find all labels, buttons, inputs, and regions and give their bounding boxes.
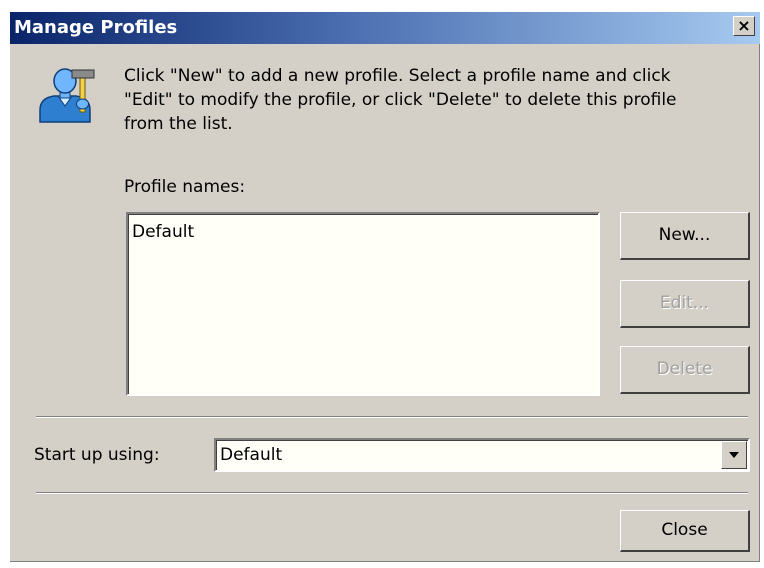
- chevron-down-icon: [729, 452, 739, 458]
- profile-manager-icon: [34, 64, 98, 124]
- separator-top: [36, 416, 748, 418]
- title-bar[interactable]: Manage Profiles ×: [10, 12, 760, 44]
- delete-profile-button[interactable]: Delete: [620, 346, 750, 394]
- list-item[interactable]: Default: [132, 221, 194, 243]
- startup-label: Start up using:: [34, 445, 160, 465]
- startup-profile-value: Default: [220, 445, 283, 465]
- startup-profile-select[interactable]: Default: [214, 438, 750, 472]
- dialog-title: Manage Profiles: [14, 17, 178, 38]
- separator-bottom: [36, 492, 748, 494]
- close-button[interactable]: Close: [620, 510, 750, 552]
- manage-profiles-dialog: Manage Profiles × Click "New" to add a n…: [10, 12, 760, 562]
- dropdown-button[interactable]: [721, 441, 747, 469]
- profile-names-list[interactable]: Default: [126, 212, 600, 396]
- instructions-text: Click "New" to add a new profile. Select…: [124, 66, 677, 134]
- new-profile-button[interactable]: New...: [620, 212, 750, 260]
- close-window-button[interactable]: ×: [733, 16, 755, 36]
- profile-names-label: Profile names:: [124, 177, 246, 197]
- edit-profile-button[interactable]: Edit...: [620, 280, 750, 328]
